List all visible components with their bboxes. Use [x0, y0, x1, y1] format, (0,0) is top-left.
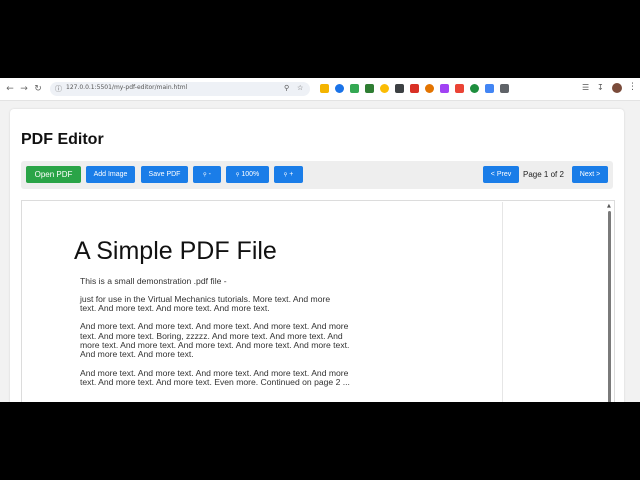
extension-icon[interactable] [425, 84, 434, 93]
page-title: PDF Editor [21, 131, 104, 148]
address-url: 127.0.0.1:5501/my-pdf-editor/main.html [66, 84, 188, 91]
extension-icon[interactable] [485, 84, 494, 93]
extension-icon[interactable] [395, 84, 404, 93]
zoom-icon[interactable]: ⚲ [284, 84, 289, 92]
extension-icon[interactable] [365, 84, 374, 93]
extension-icon[interactable] [455, 84, 464, 93]
browser-toolbar: ← → ↻ ⓘ 127.0.0.1:5501/my-pdf-editor/mai… [0, 78, 640, 101]
prev-page-button[interactable]: < Prev [483, 166, 519, 183]
add-image-button[interactable]: Add Image [86, 166, 135, 183]
scroll-up-icon[interactable]: ▲ [607, 203, 611, 209]
browser-viewport: ← → ↻ ⓘ 127.0.0.1:5501/my-pdf-editor/mai… [0, 78, 640, 402]
extension-icon[interactable] [440, 84, 449, 93]
pdf-text-line: And more text. And more text. [80, 349, 194, 359]
site-info-icon[interactable]: ⓘ [55, 84, 62, 94]
more-vert-icon[interactable]: ⋮ [628, 82, 637, 92]
editor-card: PDF Editor Open PDF Add Image Save PDF ⚲… [10, 109, 624, 402]
save-pdf-button[interactable]: Save PDF [141, 166, 188, 183]
reading-list-icon[interactable]: ☰ [582, 83, 589, 92]
extension-icon[interactable] [380, 84, 389, 93]
open-pdf-button[interactable]: Open PDF [26, 166, 81, 183]
pdf-viewer[interactable]: A Simple PDF File This is a small demons… [21, 200, 615, 402]
download-icon[interactable]: ↧ [597, 83, 604, 92]
magnifier-icon: ⚲ [283, 172, 288, 178]
extension-icon[interactable] [410, 84, 419, 93]
arrow-left-icon[interactable]: ← [4, 83, 16, 95]
zoom-in-label: + [289, 171, 294, 178]
magnifier-icon: ⚲ [235, 172, 240, 178]
star-icon[interactable]: ☆ [297, 84, 303, 92]
extension-icon[interactable] [350, 84, 359, 93]
pdf-text-line: text. And more text. And more text. And … [80, 303, 270, 313]
zoom-reset-label: 100% [241, 171, 260, 178]
zoom-out-label: - [208, 171, 211, 178]
pdf-heading: A Simple PDF File [74, 237, 277, 265]
zoom-in-button[interactable]: ⚲ + [274, 166, 303, 183]
zoom-out-button[interactable]: ⚲ - [193, 166, 221, 183]
pdf-text-line: This is a small demonstration .pdf file … [80, 276, 227, 286]
extension-icon[interactable] [500, 84, 509, 93]
editor-toolbar: Open PDF Add Image Save PDF ⚲ - ⚲ 100% ⚲… [21, 161, 613, 189]
scroll-thumb[interactable] [608, 211, 611, 402]
reload-icon[interactable]: ↻ [32, 83, 44, 95]
extension-icon[interactable] [335, 84, 344, 93]
address-bar[interactable]: ⓘ 127.0.0.1:5501/my-pdf-editor/main.html… [50, 82, 310, 96]
magnifier-icon: ⚲ [203, 172, 207, 178]
pdf-text-line: text. And more text. And more text. Even… [80, 377, 350, 387]
pdf-page[interactable]: A Simple PDF File This is a small demons… [23, 202, 503, 402]
avatar[interactable] [612, 83, 622, 93]
extension-icon[interactable] [470, 84, 479, 93]
next-page-button[interactable]: Next > [572, 166, 608, 183]
extension-icon[interactable] [320, 84, 329, 93]
viewer-scrollbar[interactable]: ▲ [607, 203, 613, 402]
zoom-reset-button[interactable]: ⚲ 100% [226, 166, 269, 183]
arrow-right-icon[interactable]: → [18, 83, 30, 95]
page-indicator: Page 1 of 2 [523, 170, 564, 179]
